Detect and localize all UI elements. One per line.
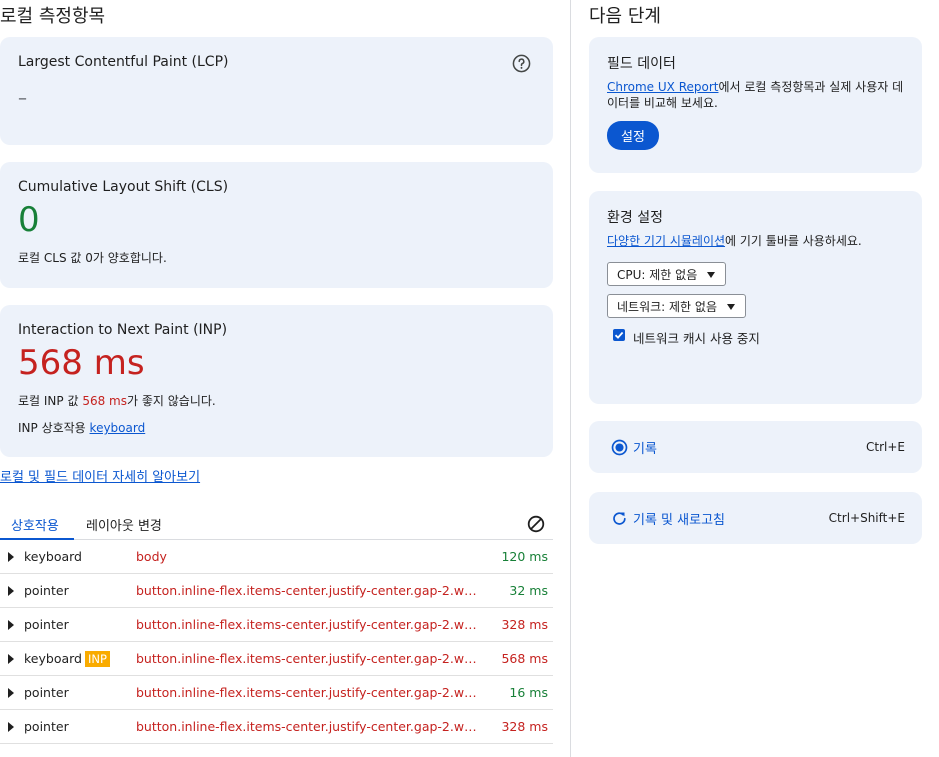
interaction-target[interactable]: button.inline-flex.items-center.justify-… (136, 583, 478, 598)
field-data-title: 필드 데이터 (607, 56, 676, 72)
interaction-type: pointer (24, 719, 69, 734)
interactions-list: keyboard body 120 ms pointer button.inline-f… (0, 540, 553, 744)
cpu-select-wrap: CPU: 제한 없음 (607, 262, 904, 286)
local-metrics-title: 로컬 측정항목 (0, 6, 106, 27)
learn-more-link[interactable]: 로컬 및 필드 데이터 자세히 알아보기 (0, 466, 200, 485)
inp-interaction-label: INP 상호작용 (18, 421, 90, 435)
panel-divider (570, 0, 571, 757)
interaction-target[interactable]: button.inline-flex.items-center.justify-… (136, 719, 478, 734)
interaction-type: pointer (24, 617, 69, 632)
help-circle-icon[interactable] (512, 54, 531, 73)
interaction-type-label: pointer (24, 617, 69, 632)
interaction-row[interactable]: keyboard body 120 ms (0, 540, 553, 574)
record-icon (611, 439, 628, 456)
lcp-card: Largest Contentful Paint (LCP) – (0, 37, 553, 145)
disable-cache-checkbox[interactable] (613, 329, 625, 341)
record-button[interactable]: 기록 Ctrl+E (589, 421, 922, 473)
expand-triangle-icon[interactable] (8, 620, 14, 630)
record-label: 기록 (633, 442, 657, 457)
inp-desc-prefix: 로컬 INP 값 (18, 394, 83, 408)
expand-triangle-icon[interactable] (8, 722, 14, 732)
interaction-duration: 16 ms (509, 685, 548, 700)
network-throttling-select[interactable]: 네트워크: 제한 없음 (607, 294, 746, 318)
interaction-duration: 32 ms (509, 583, 548, 598)
interaction-row[interactable]: pointer button.inline-flex.items-center.j… (0, 710, 553, 744)
inp-interaction: INP 상호작용 keyboard (18, 419, 535, 436)
inp-title: Interaction to Next Paint (INP) (18, 322, 228, 338)
disable-cache-option[interactable]: 네트워크 캐시 사용 중지 (607, 328, 904, 347)
interaction-type-label: pointer (24, 719, 69, 734)
interaction-type-label: pointer (24, 583, 69, 598)
cls-card: Cumulative Layout Shift (CLS) 0 로컬 CLS 값… (0, 162, 553, 288)
record-shortcut: Ctrl+E (866, 440, 905, 454)
interaction-type: pointer (24, 685, 69, 700)
inp-desc-suffix: 가 좋지 않습니다. (127, 394, 216, 408)
cls-description: 로컬 CLS 값 0가 양호합니다. (18, 249, 535, 266)
interaction-row[interactable]: keyboard INP button.inline-flex.items-cent… (0, 642, 553, 676)
interaction-duration: 328 ms (501, 719, 548, 734)
chevron-down-icon (727, 304, 735, 310)
inp-value: 568 ms (18, 343, 145, 383)
checkmark-icon (614, 331, 624, 339)
interaction-type-label: keyboard (24, 651, 82, 666)
interaction-duration: 328 ms (501, 617, 548, 632)
local-metrics-panel: 로컬 측정항목 Largest Contentful Paint (LCP) –… (0, 0, 560, 757)
interaction-duration: 568 ms (501, 651, 548, 666)
cls-desc-value: 0 (85, 251, 93, 265)
next-steps-title: 다음 단계 (589, 6, 661, 27)
inp-badge: INP (84, 651, 110, 667)
lcp-value: – (18, 88, 27, 109)
tab-layout-shifts[interactable]: 레이아웃 변경 (86, 515, 162, 534)
network-select-wrap: 네트워크: 제한 없음 (607, 294, 904, 318)
expand-triangle-icon[interactable] (8, 654, 14, 664)
record-reload-button[interactable]: 기록 및 새로고침 Ctrl+Shift+E (589, 492, 922, 544)
record-reload-shortcut: Ctrl+Shift+E (828, 511, 905, 525)
interaction-type: keyboard (24, 549, 82, 564)
tab-interactions[interactable]: 상호작용 (11, 515, 59, 534)
cls-desc-suffix: 가 양호합니다. (92, 251, 167, 265)
cls-value: 0 (18, 200, 40, 240)
interaction-type: keyboard INP (24, 651, 110, 667)
reload-icon (613, 512, 626, 525)
interaction-type: pointer (24, 583, 69, 598)
cpu-throttling-select[interactable]: CPU: 제한 없음 (607, 262, 727, 286)
setup-button[interactable]: 설정 (607, 121, 659, 150)
interaction-row[interactable]: pointer button.inline-flex.items-center.j… (0, 676, 553, 710)
network-select-value: 네트워크: 제한 없음 (617, 300, 717, 314)
crux-link[interactable]: Chrome UX Report (607, 80, 718, 94)
expand-triangle-icon[interactable] (8, 552, 14, 562)
interaction-duration: 120 ms (501, 549, 548, 564)
cls-desc-prefix: 로컬 CLS 값 (18, 251, 86, 265)
environment-card: 환경 설정 다양한 기기 시뮬레이션에 기기 툴바를 사용하세요. CPU: 제… (589, 191, 922, 404)
chevron-down-icon (707, 272, 716, 278)
inp-description: 로컬 INP 값 568 ms가 좋지 않습니다. (18, 392, 535, 409)
interactions-tabs: 상호작용 레이아웃 변경 (0, 509, 553, 540)
environment-text: 다양한 기기 시뮬레이션에 기기 툴바를 사용하세요. (607, 233, 904, 249)
next-steps-panel: 다음 단계 필드 데이터 Chrome UX Report에서 로컬 측정항목과… (589, 0, 922, 757)
interaction-target[interactable]: button.inline-flex.items-center.justify-… (136, 685, 478, 700)
field-data-text: Chrome UX Report에서 로컬 측정항목과 실제 사용자 데이터를 … (607, 79, 904, 111)
interaction-row[interactable]: pointer button.inline-flex.items-center.j… (0, 608, 553, 642)
device-simulation-link[interactable]: 다양한 기기 시뮬레이션 (607, 234, 725, 248)
interaction-target[interactable]: button.inline-flex.items-center.justify-… (136, 617, 478, 632)
interaction-row[interactable]: pointer button.inline-flex.items-center.j… (0, 574, 553, 608)
disable-cache-label: 네트워크 캐시 사용 중지 (633, 331, 760, 346)
expand-triangle-icon[interactable] (8, 586, 14, 596)
lcp-title: Largest Contentful Paint (LCP) (18, 54, 229, 70)
expand-triangle-icon[interactable] (8, 688, 14, 698)
interaction-target[interactable]: button.inline-flex.items-center.justify-… (136, 651, 478, 666)
record-reload-label: 기록 및 새로고침 (633, 513, 725, 528)
inp-card: Interaction to Next Paint (INP) 568 ms 로… (0, 305, 553, 457)
environment-title: 환경 설정 (607, 210, 663, 226)
field-data-card: 필드 데이터 Chrome UX Report에서 로컬 측정항목과 실제 사용… (589, 37, 922, 173)
inp-interaction-link[interactable]: keyboard (90, 421, 146, 435)
interaction-target[interactable]: body (136, 549, 478, 564)
cls-title: Cumulative Layout Shift (CLS) (18, 179, 229, 195)
interaction-type-label: keyboard (24, 549, 82, 564)
cpu-select-value: CPU: 제한 없음 (617, 268, 698, 282)
environment-desc: 에 기기 툴바를 사용하세요. (725, 234, 862, 248)
interaction-type-label: pointer (24, 685, 69, 700)
inp-desc-value: 568 ms (82, 394, 127, 408)
clear-circle-slash-icon[interactable] (527, 515, 545, 533)
